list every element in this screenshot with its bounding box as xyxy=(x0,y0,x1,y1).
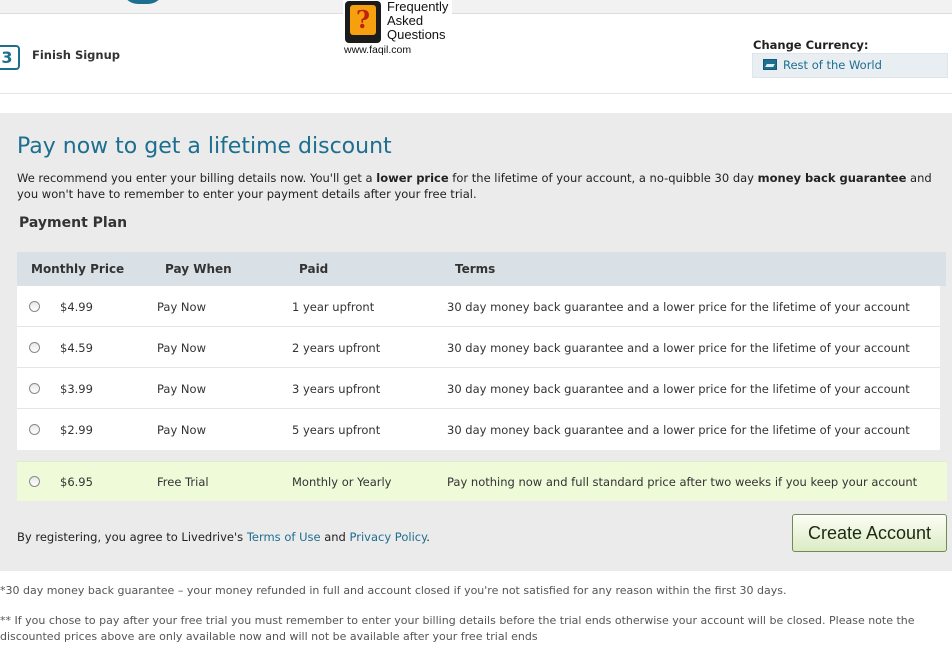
currency-selector[interactable]: Rest of the World xyxy=(752,53,948,78)
faq-logo-text: Frequently Asked Questions xyxy=(387,0,448,42)
header-divider xyxy=(0,93,952,94)
table-row[interactable]: $4.59 Pay Now 2 years upfront 30 day mon… xyxy=(17,327,940,368)
pay-when-cell: Pay Now xyxy=(157,382,206,396)
terms-cell: 30 day money back guarantee and a lower … xyxy=(447,423,910,437)
pay-when-cell: Pay Now xyxy=(157,341,206,355)
page-title: Pay now to get a lifetime discount xyxy=(17,134,392,159)
privacy-policy-link[interactable]: Privacy Policy xyxy=(350,530,427,544)
intro-text: We recommend you enter your billing deta… xyxy=(17,170,942,202)
intro-bold-guarantee: money back guarantee xyxy=(757,171,907,185)
price-cell: $6.95 xyxy=(60,475,93,489)
paid-cell: 2 years upfront xyxy=(292,341,381,355)
table-row[interactable]: $4.99 Pay Now 1 year upfront 30 day mone… xyxy=(17,286,940,327)
payment-plan-table: $4.99 Pay Now 1 year upfront 30 day mone… xyxy=(17,286,940,450)
pay-when-cell: Pay Now xyxy=(157,300,206,314)
intro-bold-lower-price: lower price xyxy=(376,171,449,185)
pay-when-cell: Free Trial xyxy=(157,475,209,489)
plan-radio[interactable] xyxy=(29,301,40,312)
payment-plan-title: Payment Plan xyxy=(19,215,128,231)
paid-cell: 3 years upfront xyxy=(292,382,381,396)
price-cell: $4.59 xyxy=(60,341,93,355)
pay-when-cell: Pay Now xyxy=(157,423,206,437)
terms-cell: 30 day money back guarantee and a lower … xyxy=(447,382,910,396)
terms-cell: 30 day money back guarantee and a lower … xyxy=(447,341,910,355)
footnote-trial: ** If you chose to pay after your free t… xyxy=(0,614,915,643)
column-header-paid: Paid xyxy=(299,262,329,276)
flag-icon xyxy=(763,59,777,70)
faq-line-2: Asked xyxy=(387,13,424,28)
paid-cell: 5 years upfront xyxy=(292,423,381,437)
faq-line-3: Questions xyxy=(387,27,446,42)
column-header-pay-when: Pay When xyxy=(165,262,232,276)
price-cell: $2.99 xyxy=(60,423,93,437)
agreement-middle: and xyxy=(320,530,350,544)
agreement-text: By registering, you agree to Livedrive's… xyxy=(17,530,430,544)
terms-cell: Pay nothing now and full standard price … xyxy=(447,475,918,489)
faq-url: www.faqil.com xyxy=(344,44,412,56)
free-trial-radio[interactable] xyxy=(29,476,40,487)
faq-logo: ? Frequently Asked Questions www.faqil.c… xyxy=(343,0,452,56)
step-number-badge: 3 xyxy=(0,45,20,70)
price-cell: $3.99 xyxy=(60,382,93,396)
free-trial-row[interactable]: $6.95 Free Trial Monthly or Yearly Pay n… xyxy=(17,461,947,501)
currency-selected[interactable]: Rest of the World xyxy=(783,58,882,72)
plan-radio[interactable] xyxy=(29,424,40,435)
column-header-terms: Terms xyxy=(455,262,496,276)
price-cell: $4.99 xyxy=(60,300,93,314)
terms-cell: 30 day money back guarantee and a lower … xyxy=(447,300,910,314)
agreement-suffix: . xyxy=(426,530,430,544)
table-header: Monthly Price Pay When Paid Terms xyxy=(17,252,946,286)
footnote-guarantee: *30 day money back guarantee – your mone… xyxy=(0,584,787,597)
agreement-prefix: By registering, you agree to Livedrive's xyxy=(17,530,247,544)
question-mark-glyph: ? xyxy=(350,5,376,35)
question-mark-icon: ? xyxy=(345,1,381,43)
paid-cell: Monthly or Yearly xyxy=(292,475,392,489)
paid-cell: 1 year upfront xyxy=(292,300,375,314)
column-header-monthly-price: Monthly Price xyxy=(31,262,125,276)
intro-part-2: for the lifetime of your account, a no-q… xyxy=(448,171,758,185)
currency-title: Change Currency: xyxy=(753,38,869,52)
plan-radio[interactable] xyxy=(29,342,40,353)
terms-of-use-link[interactable]: Terms of Use xyxy=(247,530,321,544)
create-account-button[interactable]: Create Account xyxy=(792,514,947,552)
table-row[interactable]: $3.99 Pay Now 3 years upfront 30 day mon… xyxy=(17,368,940,409)
table-row[interactable]: $2.99 Pay Now 5 years upfront 30 day mon… xyxy=(17,409,940,450)
step-label: Finish Signup xyxy=(32,48,121,62)
faq-line-1: Frequently xyxy=(387,0,449,14)
plan-radio[interactable] xyxy=(29,383,40,394)
intro-part-1: We recommend you enter your billing deta… xyxy=(17,171,377,185)
